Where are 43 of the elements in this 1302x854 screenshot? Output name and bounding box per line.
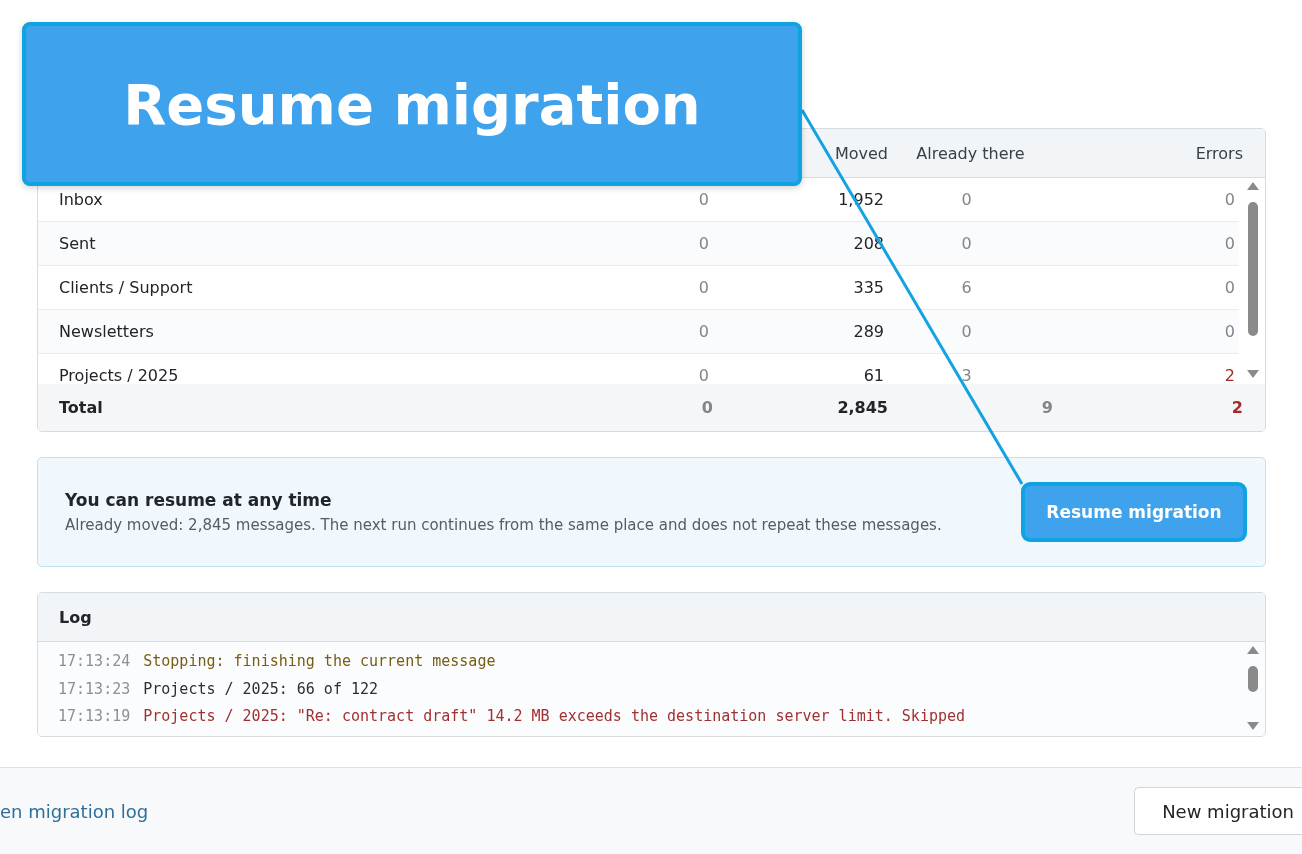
notice-text: Already moved: 2,845 messages. The next run continues from the same place and does not repeat these messages. bbox=[65, 516, 942, 534]
table-cell-text: 289 bbox=[852, 322, 884, 341]
log-title: Log bbox=[38, 593, 1265, 642]
table-cell-text: 6 bbox=[960, 278, 973, 297]
table-cell-text: 2,845 bbox=[836, 398, 888, 417]
total-label: Total bbox=[59, 398, 104, 417]
table-cell-text: 3 bbox=[960, 366, 973, 384]
folder-name: Sent bbox=[59, 234, 97, 253]
table-cell-text: 0 bbox=[697, 278, 709, 297]
table-cell-text: 0 bbox=[1223, 278, 1236, 297]
table-cell-text: 0 bbox=[1223, 322, 1236, 341]
column-header: Already there bbox=[915, 143, 1026, 163]
table-cell-text: 335 bbox=[852, 278, 884, 297]
table-cell-text: 0 bbox=[960, 234, 973, 253]
migration-log-link[interactable]: en migration log bbox=[0, 800, 149, 822]
table-cell-text: 9 bbox=[1040, 398, 1053, 417]
table-cell-text: 0 bbox=[697, 190, 709, 209]
table-cell-text: 61 bbox=[862, 366, 884, 384]
table-cell-text: 0 bbox=[1223, 190, 1236, 209]
zoom-callout: Resume migration bbox=[22, 22, 802, 186]
folder-name: Projects / 2025 bbox=[59, 366, 180, 384]
table-cell-text: 0 bbox=[697, 234, 709, 253]
table-cell-text: 2 bbox=[1230, 398, 1243, 417]
column-header: Errors bbox=[1194, 143, 1243, 163]
table-cell-text: 0 bbox=[700, 398, 713, 417]
table-cell-text: 0 bbox=[697, 366, 709, 384]
table-cell-text: 2 bbox=[1223, 366, 1236, 384]
log-time: 17:13:24 bbox=[58, 652, 131, 672]
log-message: Projects / 2025: "Re: contract draft" 14.2 MB exceeds the destination server limit. Skipped bbox=[143, 707, 966, 727]
table-cell-text: 0 bbox=[697, 322, 709, 341]
folder-name: Newsletters bbox=[59, 322, 155, 341]
column-header: Moved bbox=[833, 143, 888, 163]
notice-title: You can resume at any time bbox=[65, 490, 333, 510]
table-cell-text: 0 bbox=[960, 322, 973, 341]
table-cell-text: 0 bbox=[1223, 234, 1236, 253]
table-cell-text: 0 bbox=[960, 190, 973, 209]
log-time: 17:13:23 bbox=[58, 679, 131, 700]
folder-name: Inbox bbox=[59, 190, 104, 209]
folder-name: Clients / Support bbox=[59, 278, 194, 297]
log-message: Projects / 2025: 66 of 122 bbox=[143, 679, 379, 700]
new-migration-button[interactable]: New migration bbox=[1134, 787, 1302, 835]
log-time: 17:13:19 bbox=[58, 707, 131, 727]
log-message: Stopping: finishing the current message bbox=[143, 652, 496, 672]
